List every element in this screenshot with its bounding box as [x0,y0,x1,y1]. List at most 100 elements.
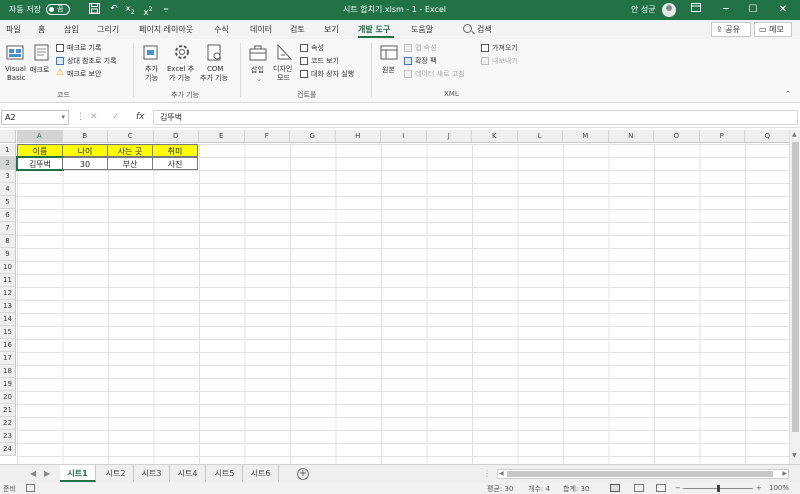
row-header-8[interactable]: 8 [0,235,16,248]
name-box[interactable]: A2 ▾ [1,110,69,125]
xml-source-icon[interactable] [380,44,398,64]
view-code-label[interactable]: 코드 보기 [311,57,339,66]
ribbon-display-icon[interactable] [688,2,704,18]
visual-basic-icon[interactable] [6,44,24,64]
worksheet-grid[interactable]: ABCDEFGHIJKLMNOPQ 1 2 3 4 5 6 7 8 9 10 11 12 13 14 15 1… [0,130,800,464]
row-header-1[interactable]: 1 [0,144,16,157]
sheet-tab-1[interactable]: 시트1 [60,465,96,482]
cell-a2[interactable]: 김뚜벅 [16,156,64,171]
row-header-12[interactable]: 12 [0,287,16,300]
row-header-17[interactable]: 17 [0,352,16,365]
addins-icon[interactable] [143,44,159,64]
cell-b1[interactable]: 나이 [62,144,108,157]
row-header-19[interactable]: 19 [0,378,16,391]
row-header-24[interactable]: 24 [0,443,16,456]
visual-basic-label-2[interactable]: Basic [7,74,26,83]
undo-icon[interactable]: ↶ [108,3,120,16]
expansion-packs-icon[interactable] [404,57,412,65]
com-addins-icon[interactable] [207,44,223,64]
add-sheet-icon[interactable]: + [297,468,309,480]
scroll-left-icon[interactable]: ◀ [499,470,504,477]
excel-addins-label-2[interactable]: 가 기능 [169,74,191,83]
zoom-in-icon[interactable]: + [756,484,762,492]
tab-formulas[interactable]: 수식 [214,24,229,35]
column-header-g[interactable]: G [290,130,336,143]
map-properties-icon[interactable] [404,44,412,52]
toolbox-icon[interactable] [249,44,267,64]
import-icon[interactable] [481,44,489,52]
row-header-6[interactable]: 6 [0,209,16,222]
relative-ref-label[interactable]: 상대 참조로 기록 [67,57,117,66]
scroll-right-icon[interactable]: ▶ [782,470,787,477]
column-header-q[interactable]: Q [745,130,791,143]
tab-review[interactable]: 검토 [290,24,305,35]
close-icon[interactable]: ✕ [775,2,791,18]
tab-help[interactable]: 도움말 [411,24,433,35]
row-header-22[interactable]: 22 [0,417,16,430]
column-header-c[interactable]: C [108,130,154,143]
tab-insert[interactable]: 삽입 [64,24,79,35]
com-addins-label-2[interactable]: 추가 기능 [200,74,228,83]
properties-label[interactable]: 속성 [311,44,324,53]
save-icon[interactable] [88,3,100,16]
design-mode-label-1[interactable]: 디자인 [273,65,292,74]
scroll-up-icon[interactable]: ▲ [792,131,797,138]
row-header-23[interactable]: 23 [0,430,16,443]
run-dialog-icon[interactable] [300,70,308,78]
relative-ref-icon[interactable] [56,57,64,65]
column-header-b[interactable]: B [62,130,108,143]
minimize-icon[interactable]: ─ [718,2,734,18]
xml-source-label[interactable]: 원본 [382,66,395,75]
zoom-out-icon[interactable]: − [675,484,681,492]
row-header-13[interactable]: 13 [0,300,16,313]
share-button[interactable]: ⇪ 공유 [711,22,751,37]
row-header-4[interactable]: 4 [0,183,16,196]
vertical-scroll-thumb[interactable] [792,142,799,432]
tab-view[interactable]: 보기 [324,24,339,35]
row-header-18[interactable]: 18 [0,365,16,378]
customize-icon[interactable]: ⩦ [160,3,172,16]
user-name[interactable]: 안 성균 [631,4,656,15]
column-header-e[interactable]: E [199,130,245,143]
tab-data[interactable]: 데이터 [250,24,272,35]
collapse-ribbon-icon[interactable]: ⌃ [785,90,791,99]
memo-button[interactable]: ▭ 메모 [754,22,792,37]
cell-d2[interactable]: 사진 [152,157,198,170]
refresh-data-icon[interactable] [404,70,412,78]
macro-label[interactable]: 매크로 [30,66,49,75]
expansion-packs-label[interactable]: 확장 팩 [415,57,437,66]
maximize-icon[interactable]: ☐ [745,2,761,18]
run-dialog-label[interactable]: 대화 상자 실행 [311,70,354,79]
sheet-tab-6[interactable]: 시트6 [243,465,279,482]
import-label[interactable]: 가져오기 [492,44,518,53]
export-label[interactable]: 내보내기 [492,57,518,66]
row-header-7[interactable]: 7 [0,222,16,235]
properties-icon[interactable] [300,44,308,52]
row-header-21[interactable]: 21 [0,404,16,417]
tab-developer[interactable]: 개발 도구 [358,24,390,35]
column-header-o[interactable]: O [654,130,700,143]
record-macro-icon[interactable] [56,44,64,52]
vertical-scrollbar[interactable]: ▲ ▼ [789,130,800,464]
enter-icon[interactable]: ✓ [112,112,120,122]
column-header-n[interactable]: N [608,130,654,143]
page-break-view-icon[interactable] [656,484,666,492]
com-addins-label-1[interactable]: COM [207,65,223,74]
macro-security-label[interactable]: 매크로 보안 [67,70,101,79]
column-header-k[interactable]: K [472,130,518,143]
addins-label-2[interactable]: 기능 [145,74,158,83]
cell-a1[interactable]: 이름 [17,144,63,157]
next-sheet-icon[interactable]: ▶ [44,469,50,478]
search-label[interactable]: 검색 [477,24,492,35]
search-icon[interactable] [463,24,472,33]
gear-icon[interactable] [173,43,191,63]
design-mode-icon[interactable] [276,43,294,63]
cell-b2[interactable]: 30 [62,157,108,170]
column-header-a[interactable]: A [17,130,63,143]
prev-sheet-icon[interactable]: ◀ [30,469,36,478]
sheet-tab-5[interactable]: 시트5 [207,465,243,482]
addins-label-1[interactable]: 추가 [145,65,158,74]
accessibility-icon[interactable] [26,484,35,492]
row-header-3[interactable]: 3 [0,170,16,183]
row-header-20[interactable]: 20 [0,391,16,404]
